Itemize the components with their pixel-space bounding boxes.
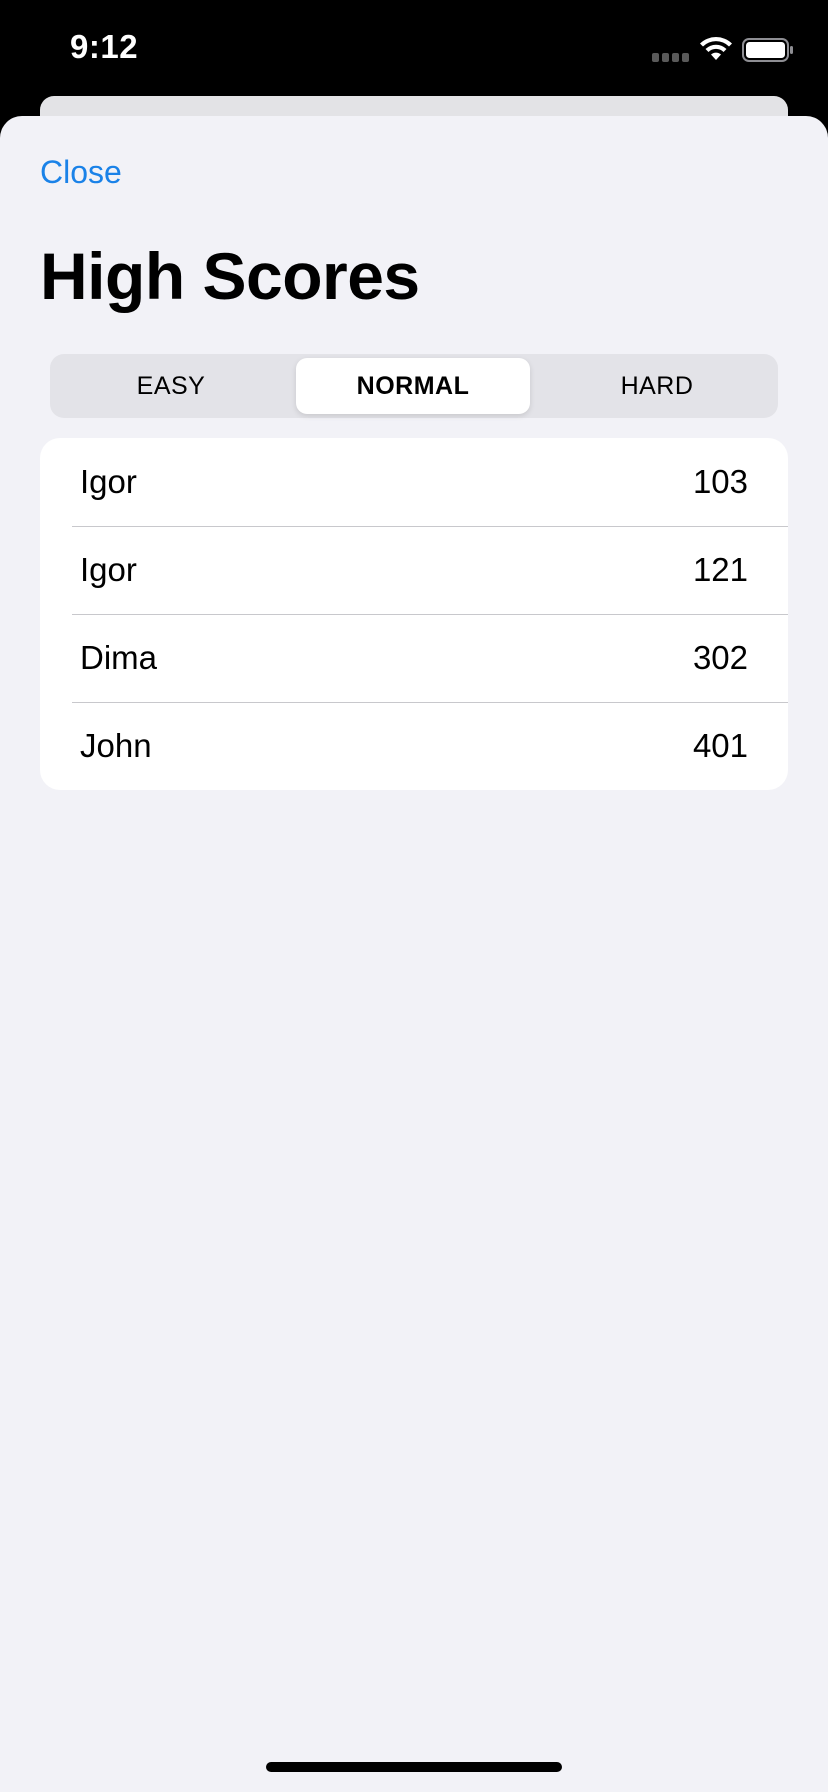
player-name: Igor [80,463,137,500]
player-name: Dima [80,639,158,676]
status-bar: 9:12 [0,0,828,96]
screen: 9:12 Close High Scores EASY NORMAL HARD … [0,0,828,1792]
player-name: Igor [80,551,137,588]
score-row[interactable]: Dima 302 [40,614,788,702]
home-indicator[interactable] [266,1762,562,1772]
difficulty-segmented-control: EASY NORMAL HARD [50,354,778,418]
score-row[interactable]: John 401 [40,702,788,790]
score-row[interactable]: Igor 103 [40,438,788,526]
player-score: 121 [692,551,748,588]
signal-icon [652,53,690,62]
battery-icon [742,38,793,62]
segment-normal[interactable]: NORMAL [296,358,530,414]
score-row[interactable]: Igor 121 [40,526,788,614]
score-list: Igor 103 Igor 121 Dima 302 John 401 [40,438,788,790]
wifi-icon [700,37,732,60]
player-name: John [80,727,152,764]
segment-easy[interactable]: EASY [54,358,288,414]
segment-hard[interactable]: HARD [540,358,774,414]
player-score: 401 [692,727,748,764]
close-button[interactable]: Close [40,154,122,191]
player-score: 302 [692,639,748,676]
high-scores-sheet: Close High Scores EASY NORMAL HARD Igor … [0,116,828,1792]
page-title: High Scores [40,239,420,313]
player-score: 103 [692,463,748,500]
status-time: 9:12 [70,28,139,65]
